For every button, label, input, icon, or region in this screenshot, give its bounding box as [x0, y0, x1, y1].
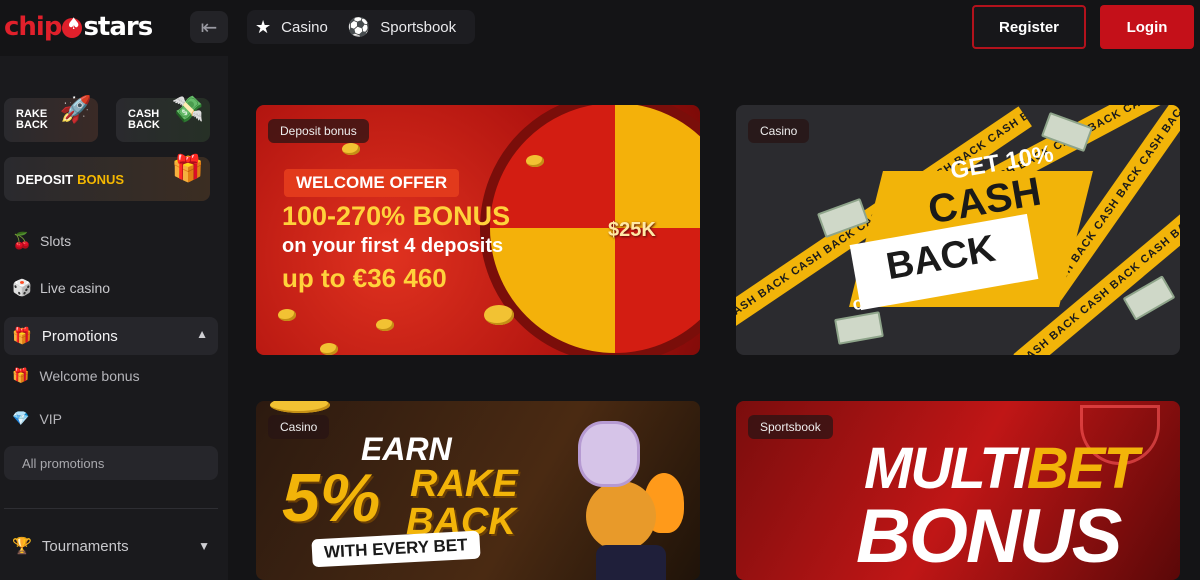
sidebar-item-promotions[interactable]: 🎁 Promotions ▲ [4, 317, 218, 355]
sidebar-item-live-casino-label: Live casino [40, 280, 111, 296]
sidebar-item-vip[interactable]: 💎 VIP [12, 410, 62, 427]
rocket-icon: 🚀 [59, 94, 92, 124]
banner-multibet[interactable]: MULTIBET BONUS Sportsbook [736, 401, 1180, 580]
sidebar-item-live-casino[interactable]: 🎲 Live casino [12, 278, 110, 298]
rake-back-line2: BACK [16, 119, 48, 131]
dice-icon: 🎲 [12, 280, 32, 297]
sidebar-item-tournaments[interactable]: 🏆 Tournaments ▼ [12, 536, 218, 556]
multibet-word-bet: BET [1026, 436, 1139, 501]
banner-cashback[interactable]: CASH BACK CASH BACK CASH BACK CASH BACK … [736, 105, 1180, 355]
nav-sportsbook[interactable]: ⚽ Sportsbook [348, 17, 456, 38]
deposit-bonus-word2: BONUS [77, 171, 125, 187]
sidebar-item-welcome-bonus-label: Welcome bonus [39, 367, 140, 384]
soccer-ball-icon: ⚽ [347, 16, 371, 37]
nav-casino-label: Casino [281, 18, 328, 36]
coin [278, 309, 296, 321]
multibet-word-multi: MULTI [864, 436, 1029, 501]
bonus-subline: on your first 4 deposits [282, 235, 504, 257]
mascot-helmet [578, 421, 640, 487]
collapse-menu-icon: ⇤ [200, 16, 218, 39]
chevron-down-icon: ▼ [198, 539, 210, 553]
logo-text-right: stars [83, 12, 153, 42]
mascot-body [596, 545, 666, 580]
rakeback-percent: 5% [282, 460, 381, 536]
sidebar-item-promotions-label: Promotions [41, 327, 118, 345]
coin [484, 305, 514, 325]
banner-tag: Sportsbook [748, 415, 833, 439]
menu-toggle-button[interactable]: ⇤ [190, 11, 228, 43]
mascot-head [586, 481, 656, 551]
sidebar-item-welcome-bonus[interactable]: 🎁 Welcome bonus [12, 367, 140, 384]
chevron-up-icon: ▲ [196, 327, 208, 341]
rake-back-tile[interactable]: RAKE BACK 🚀 [4, 94, 98, 142]
top-nav: ★ Casino ⚽ Sportsbook [247, 10, 475, 44]
header: chip stars ⇤ ★ Casino ⚽ Sportsbook Regist… [0, 0, 1200, 56]
coin [526, 155, 544, 167]
cash-back-line2: BACK [128, 119, 160, 131]
star-icon: ★ [255, 16, 272, 37]
bonus-amount: up to €36 460 [282, 263, 447, 293]
diamond-icon: 💎 [12, 410, 30, 426]
banner-tag: Casino [268, 415, 330, 439]
rakeback-word-rake: RAKE [410, 463, 518, 505]
banknote [834, 311, 884, 345]
gift-box-icon: 🎁 [171, 153, 204, 183]
welcome-offer-pill: WELCOME OFFER [284, 169, 460, 197]
sidebar-item-slots[interactable]: 🍒 Slots [12, 231, 71, 251]
cash-back-tile[interactable]: CASH BACK 💸 [116, 94, 210, 142]
coin [320, 343, 338, 355]
all-promotions-button[interactable]: All promotions [4, 446, 218, 480]
sidebar: RAKE BACK 🚀 CASH BACK 💸 DEPOSIT BONUS 🎁 … [0, 56, 228, 580]
wheel-prize-label: $25K [608, 219, 656, 241]
deposit-bonus-tile[interactable]: DEPOSIT BONUS 🎁 [4, 153, 210, 201]
logo[interactable]: chip stars [4, 12, 153, 42]
sidebar-item-vip-label: VIP [39, 410, 63, 427]
banner-rakeback[interactable]: EARN 5% RAKE BACK WITH EVERY BET Casino [256, 401, 700, 580]
trophy-icon: 🏆 [12, 538, 32, 555]
deposit-bonus-word1: DEPOSIT [16, 171, 74, 187]
sidebar-item-tournaments-label: Tournaments [41, 537, 129, 555]
poker-chip-icon [62, 14, 83, 38]
welcome-gift-icon: 🎁 [12, 367, 30, 383]
mascot-character [556, 421, 686, 580]
login-button[interactable]: Login [1100, 5, 1194, 49]
register-button[interactable]: Register [972, 5, 1086, 49]
sidebar-item-slots-label: Slots [40, 233, 72, 249]
logo-text-left: chip [4, 12, 62, 42]
sidebar-divider [4, 508, 218, 509]
bonus-headline: 100-270% BONUS [282, 201, 511, 231]
coin [342, 143, 360, 155]
banner-tag: Deposit bonus [268, 119, 369, 143]
coin [376, 319, 394, 331]
cherries-icon: 🍒 [12, 233, 32, 250]
nav-casino[interactable]: ★ Casino [255, 17, 328, 38]
banner-deposit-bonus[interactable]: $25K Deposit bonus WELCOME OFFER 100-270… [256, 105, 700, 355]
banner-tag: Casino [748, 119, 810, 143]
multibet-word-bonus: BONUS [856, 494, 1122, 579]
multibet-title: MULTIBET [864, 435, 1139, 502]
coin-stack [270, 401, 330, 413]
money-icon: 💸 [171, 94, 204, 124]
nav-sportsbook-label: Sportsbook [380, 18, 457, 36]
gift-icon: 🎁 [12, 328, 32, 345]
